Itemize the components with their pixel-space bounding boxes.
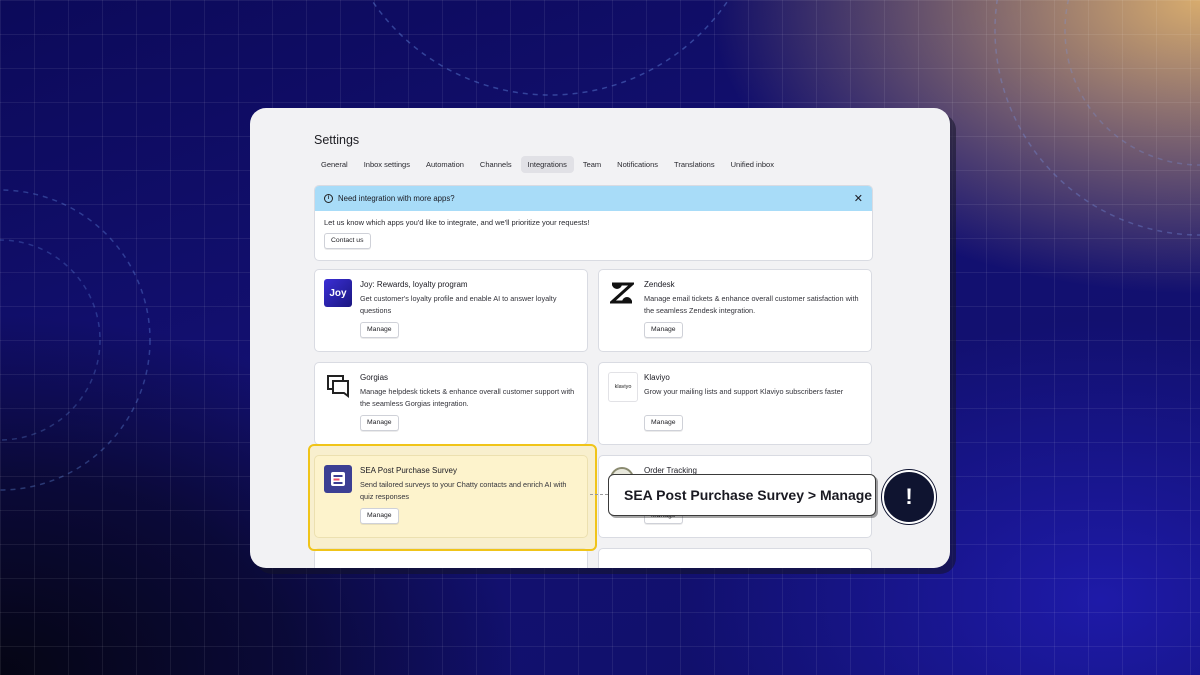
- banner-text: Let us know which apps you'd like to int…: [324, 218, 590, 227]
- tab-channels[interactable]: Channels: [473, 156, 519, 173]
- tab-translations[interactable]: Translations: [667, 156, 722, 173]
- tab-inbox-settings[interactable]: Inbox settings: [357, 156, 417, 173]
- integration-card-sea-survey: SEA Post Purchase Survey Send tailored s…: [314, 455, 588, 538]
- sea-survey-manage-button[interactable]: Manage: [360, 508, 399, 524]
- callout-connector: [590, 494, 608, 495]
- integration-description: Send tailored surveys to your Chatty con…: [360, 480, 567, 501]
- integration-description: Grow your mailing lists and support Klav…: [644, 387, 844, 396]
- settings-tabs: General Inbox settings Automation Channe…: [314, 156, 781, 173]
- integration-card-joy: Joy Joy: Rewards, loyalty program Get cu…: [314, 269, 588, 352]
- alert-icon[interactable]: !: [882, 470, 936, 524]
- joy-logo-icon: Joy: [324, 279, 352, 307]
- tab-team[interactable]: Team: [576, 156, 608, 173]
- integration-card-partial: [314, 548, 588, 568]
- banner-title: Need integration with more apps?: [338, 194, 455, 203]
- tab-notifications[interactable]: Notifications: [610, 156, 665, 173]
- integration-name: Klaviyo: [644, 373, 670, 382]
- integration-card-gorgias: Gorgias Manage helpdesk tickets & enhanc…: [314, 362, 588, 445]
- zendesk-logo-icon: [608, 279, 636, 307]
- klaviyo-logo-icon: klaviyo: [608, 372, 638, 402]
- banner-header: i Need integration with more apps? ✕: [315, 186, 872, 211]
- klaviyo-manage-button[interactable]: Manage: [644, 415, 683, 431]
- integration-request-banner: i Need integration with more apps? ✕ Let…: [314, 185, 873, 261]
- tab-integrations[interactable]: Integrations: [520, 156, 574, 173]
- gorgias-logo-icon: [324, 372, 352, 400]
- tab-unified-inbox[interactable]: Unified inbox: [724, 156, 781, 173]
- sea-survey-logo-icon: [324, 465, 352, 493]
- integration-name: SEA Post Purchase Survey: [360, 466, 457, 475]
- integration-name: Joy: Rewards, loyalty program: [360, 280, 468, 289]
- contact-us-button[interactable]: Contact us: [324, 233, 371, 249]
- integration-card-klaviyo: klaviyo Klaviyo Grow your mailing lists …: [598, 362, 872, 445]
- integration-description: Manage helpdesk tickets & enhance overal…: [360, 387, 575, 408]
- page-title: Settings: [314, 133, 360, 147]
- tab-general[interactable]: General: [314, 156, 355, 173]
- info-icon: i: [324, 194, 333, 203]
- integration-name: Zendesk: [644, 280, 675, 289]
- joy-manage-button[interactable]: Manage: [360, 322, 399, 338]
- integration-card-zendesk: Zendesk Manage email tickets & enhance o…: [598, 269, 872, 352]
- integration-name: Gorgias: [360, 373, 389, 382]
- tab-automation[interactable]: Automation: [419, 156, 471, 173]
- integration-description: Get customer's loyalty profile and enabl…: [360, 294, 557, 315]
- instruction-callout: SEA Post Purchase Survey > Manage: [608, 474, 876, 516]
- gorgias-manage-button[interactable]: Manage: [360, 415, 399, 431]
- integration-description: Manage email tickets & enhance overall c…: [644, 294, 859, 315]
- banner-body: Let us know which apps you'd like to int…: [315, 211, 872, 256]
- close-icon[interactable]: ✕: [854, 192, 863, 205]
- zendesk-manage-button[interactable]: Manage: [644, 322, 683, 338]
- integration-card-partial: [598, 548, 872, 568]
